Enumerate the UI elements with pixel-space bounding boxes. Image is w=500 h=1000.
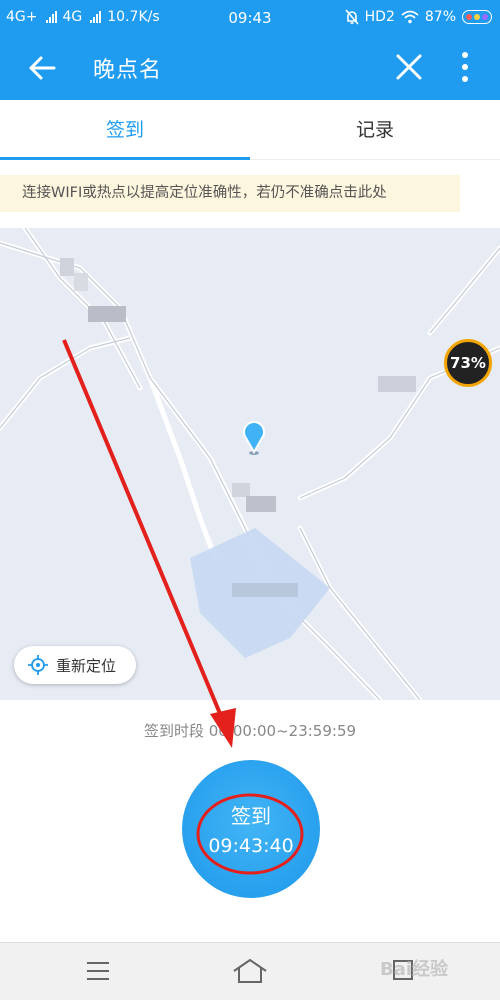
menu-icon[interactable] — [86, 961, 110, 981]
location-pin-icon — [243, 421, 265, 455]
map-roads — [0, 228, 500, 700]
relocate-button[interactable]: 重新定位 — [14, 646, 136, 684]
sign-in-time: 09:43:40 — [208, 835, 294, 857]
close-icon[interactable] — [394, 52, 424, 82]
tab-indicator — [0, 157, 250, 160]
hd-indicator: HD2 — [364, 9, 395, 25]
status-right: HD2 87% — [345, 9, 492, 25]
screen: 4G+ 4G 10.7K/s 09:43 HD2 87% 晚点名 签到 记录 连… — [0, 0, 500, 1000]
bell-off-icon — [345, 9, 359, 25]
sign-in-label: 签到 — [231, 804, 271, 828]
home-icon[interactable] — [232, 958, 268, 984]
relocate-label: 重新定位 — [56, 656, 117, 675]
status-bar: 4G+ 4G 10.7K/s 09:43 HD2 87% — [0, 0, 500, 36]
arrow-left-icon[interactable] — [26, 52, 58, 84]
page-title: 晚点名 — [93, 58, 163, 83]
app-bar: 晚点名 — [0, 36, 500, 100]
crosshair-icon — [28, 655, 48, 675]
more-vertical-icon[interactable] — [455, 50, 475, 84]
battery-icon — [462, 10, 492, 24]
watermark: Bai经验 — [380, 959, 449, 980]
sign-period: 签到时段 00:00:00~23:59:59 — [143, 722, 357, 740]
map-view[interactable] — [0, 228, 500, 700]
speed-badge: 73% — [444, 339, 492, 387]
tab-records[interactable]: 记录 — [250, 100, 500, 160]
battery-percent: 87% — [424, 9, 456, 25]
tab-bar: 签到 记录 — [0, 100, 500, 160]
location-accuracy-notice[interactable]: 连接WIFI或热点以提高定位准确性，若仍不准确点击此处 — [0, 175, 460, 212]
tab-sign-in[interactable]: 签到 — [0, 100, 250, 160]
sign-in-button[interactable]: 签到 09:43:40 — [182, 760, 320, 898]
wifi-icon — [401, 10, 419, 24]
